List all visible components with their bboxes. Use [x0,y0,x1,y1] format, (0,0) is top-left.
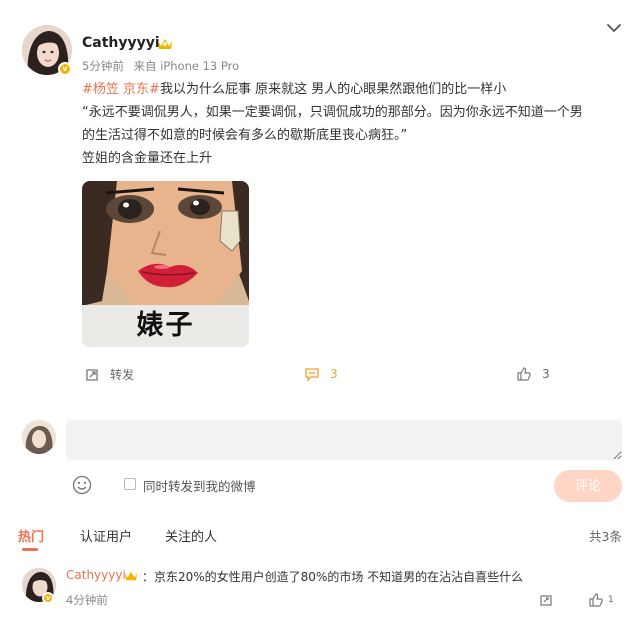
comment-like-count: 1 [608,595,614,605]
post-line-1-text: 我以为什么屁事 原来就这 男人的心眼果然跟他们的比一样小 [159,82,507,97]
comment-composer [0,414,640,464]
image-caption: 婊子 [82,305,249,347]
comment-icon [305,368,319,382]
tab-verified-users[interactable]: 认证用户 [80,526,132,545]
post-action-bar: 转发 3 3 [0,366,640,390]
active-tab-indicator [22,548,38,551]
comment-count: 3 [330,367,338,381]
submit-comment-button[interactable]: 评论 [554,470,622,502]
repost-checkbox[interactable] [124,478,136,490]
post-line-4: 笠姐的含金量还在上升 [82,151,213,166]
commenter-verified-icon: v [42,592,54,604]
emoji-icon[interactable] [72,475,92,495]
repost-button[interactable]: 转发 [84,366,134,383]
post-image[interactable]: 婊子 [82,181,249,347]
topic-tag-1[interactable]: #杨笠 [82,82,119,97]
like-icon [517,367,531,381]
comment-item: v Cathyyyyi ：京东20%的女性用户创造了80%的市场 不知道男的在沾… [0,564,640,616]
viewer-avatar-image [22,420,56,454]
post-line-3: 的生活过得不如意的时候会有多么的歇斯底里丧心病狂。” [82,128,408,143]
tab-following[interactable]: 关注的人 [165,526,217,545]
post-line-2: “永远不要调侃男人，如果一定要调侃，只调侃成功的那部分。因为你永远不知道一个男 [82,105,583,120]
topic-tag-2[interactable]: 京东# [123,82,160,97]
post-meta: 5分钟前 来自 iPhone 13 Pro [82,58,239,74]
chevron-down-icon[interactable] [606,22,622,34]
comment-total: 共3条 [589,529,622,544]
commenter-name[interactable]: Cathyyyyi [66,568,126,582]
author-name[interactable]: Cathyyyyi [82,35,160,51]
comment-input[interactable] [66,420,622,460]
viewer-avatar[interactable] [22,420,56,454]
share-icon[interactable] [538,592,554,608]
post-line-1: #杨笠 京东#我以为什么屁事 原来就这 男人的心眼果然跟他们的比一样小 [82,78,622,101]
post-time[interactable]: 5分钟前 [82,59,124,73]
comment-tabs: 热门 认证用户 关注的人 共3条 [0,526,640,551]
repost-checkbox-label[interactable]: 同时转发到我的微博 [143,476,256,495]
repost-label: 转发 [110,368,135,382]
comment-text: ：京东20%的女性用户创造了80%的市场 不知道男的在沾沾自喜些什么 [142,570,524,584]
tab-hot[interactable]: 热门 [18,526,44,545]
post-text: #杨笠 京东#我以为什么屁事 原来就这 男人的心眼果然跟他们的比一样小 “永远不… [82,78,622,170]
repost-icon [86,368,98,381]
like-button[interactable]: 3 [516,366,550,382]
comment-like-icon[interactable] [588,592,604,608]
commenter-crown-icon [125,571,137,581]
comment-time: 4分钟前 [66,593,108,607]
comment-button[interactable]: 3 [304,366,338,382]
verified-badge-icon: v [58,62,72,76]
crown-icon [158,39,172,49]
like-count: 3 [542,367,550,381]
composer-toolbar: 同时转发到我的微博 评论 [0,470,640,502]
post-source: 来自 iPhone 13 Pro [133,59,240,73]
